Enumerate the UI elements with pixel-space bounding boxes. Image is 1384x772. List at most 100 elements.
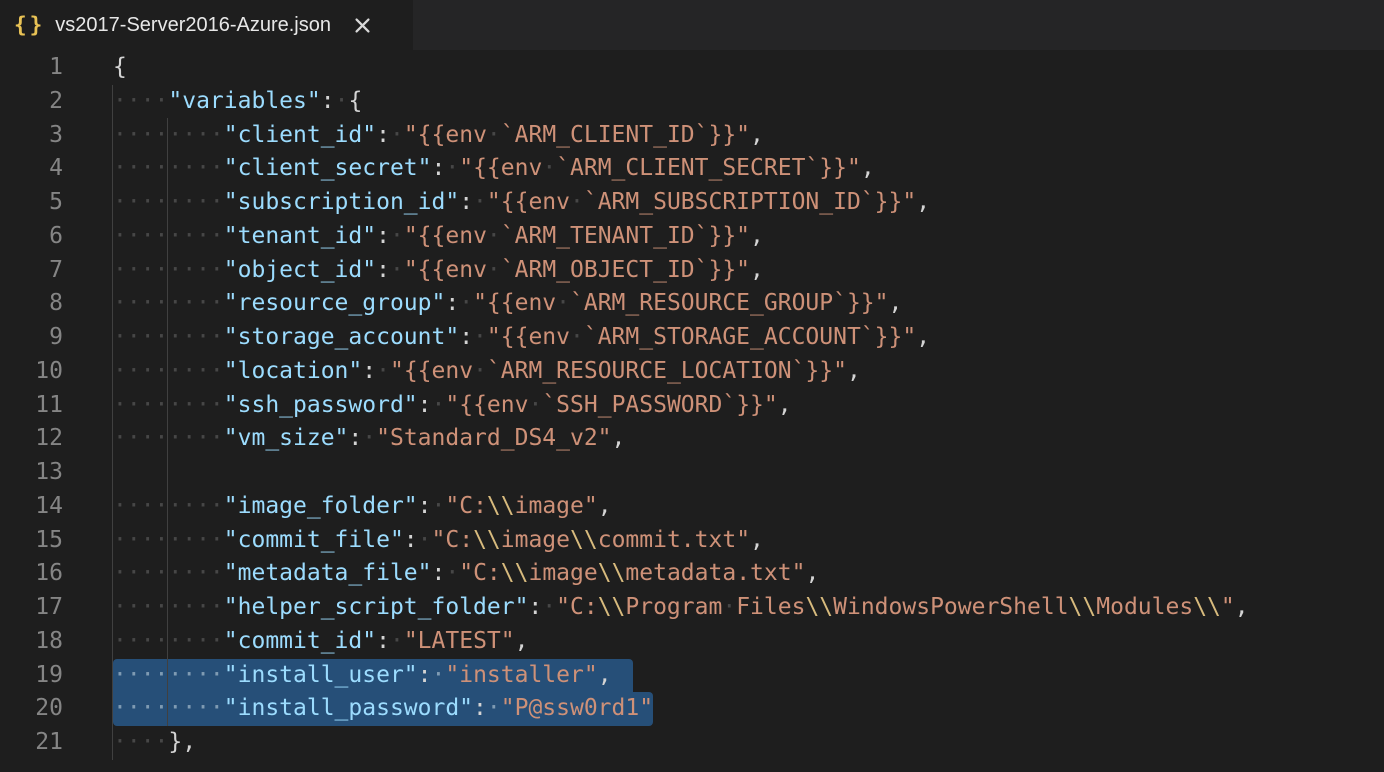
- whitespace-dots: ·: [432, 392, 446, 418]
- line-number: 6: [0, 220, 63, 254]
- tab-title: vs2017-Server2016-Azure.json: [55, 14, 331, 37]
- code-lines: 1{2····"variables":·{3········"client_id…: [0, 50, 1384, 760]
- line-number: 4: [0, 152, 63, 186]
- code-line[interactable]: 20········"install_password":·"P@ssw0rd1…: [0, 692, 1384, 726]
- whitespace-dots: ·: [487, 122, 501, 148]
- tab-bar: {} vs2017-Server2016-Azure.json: [0, 0, 1384, 50]
- line-number: 14: [0, 490, 63, 524]
- line-content: ········"location":·"{{env·`ARM_RESOURCE…: [63, 355, 861, 389]
- line-number: 18: [0, 625, 63, 659]
- whitespace-dots: ········: [113, 155, 224, 181]
- whitespace-dots: ·: [487, 695, 501, 721]
- code-line[interactable]: 12········"vm_size":·"Standard_DS4_v2",: [0, 422, 1384, 456]
- whitespace-dots: ·: [570, 324, 584, 350]
- code-line[interactable]: 10········"location":·"{{env·`ARM_RESOUR…: [0, 355, 1384, 389]
- code-line[interactable]: 9········"storage_account":·"{{env·`ARM_…: [0, 321, 1384, 355]
- code-line[interactable]: 1{: [0, 51, 1384, 85]
- line-content: ········"commit_id":·"LATEST",: [63, 625, 528, 659]
- whitespace-dots: ········: [113, 662, 224, 688]
- line-content: ········"ssh_password":·"{{env·`SSH_PASS…: [63, 389, 792, 423]
- whitespace-dots: ·: [459, 290, 473, 316]
- whitespace-dots: ········: [113, 290, 224, 316]
- whitespace-dots: ········: [113, 527, 224, 553]
- whitespace-dots: ········: [113, 122, 224, 148]
- whitespace-dots: ·: [570, 189, 584, 215]
- code-line[interactable]: 13: [0, 456, 1384, 490]
- code-line[interactable]: 18········"commit_id":·"LATEST",: [0, 625, 1384, 659]
- line-content: ········"subscription_id":·"{{env·`ARM_S…: [63, 186, 930, 220]
- line-content: ········"object_id":·"{{env·`ARM_OBJECT_…: [63, 254, 764, 288]
- line-content: ········"helper_script_folder":·"C:\\Pro…: [63, 591, 1249, 625]
- whitespace-dots: ·: [432, 493, 446, 519]
- line-number: 21: [0, 726, 63, 760]
- whitespace-dots: ·: [390, 628, 404, 654]
- code-line[interactable]: 5········"subscription_id":·"{{env·`ARM_…: [0, 186, 1384, 220]
- whitespace-dots: ········: [113, 628, 224, 654]
- line-content: ········"metadata_file":·"C:\\image\\met…: [63, 557, 819, 591]
- whitespace-dots: ········: [113, 189, 224, 215]
- json-file-icon: {}: [14, 15, 45, 36]
- line-number: 9: [0, 321, 63, 355]
- line-content: {: [63, 51, 127, 85]
- line-content: ········"vm_size":·"Standard_DS4_v2",: [63, 422, 625, 456]
- line-number: 15: [0, 524, 63, 558]
- code-line[interactable]: 14········"image_folder":·"C:\\image",: [0, 490, 1384, 524]
- code-line[interactable]: 4········"client_secret":·"{{env·`ARM_CL…: [0, 152, 1384, 186]
- line-number: 5: [0, 186, 63, 220]
- tab-close-icon[interactable]: [349, 12, 375, 38]
- whitespace-dots: ·: [528, 392, 542, 418]
- code-line[interactable]: 17········"helper_script_folder":·"C:\\P…: [0, 591, 1384, 625]
- code-line[interactable]: 19········"install_user":·"installer",: [0, 659, 1384, 693]
- whitespace-dots: ·: [487, 257, 501, 283]
- whitespace-dots: ·: [722, 594, 736, 620]
- line-number: 3: [0, 119, 63, 153]
- code-line[interactable]: 16········"metadata_file":·"C:\\image\\m…: [0, 557, 1384, 591]
- whitespace-dots: ········: [113, 324, 224, 350]
- code-line[interactable]: 3········"client_id":·"{{env·`ARM_CLIENT…: [0, 119, 1384, 153]
- line-number: 20: [0, 692, 63, 726]
- whitespace-dots: ········: [113, 493, 224, 519]
- whitespace-dots: ·: [432, 662, 446, 688]
- whitespace-dots: ·: [542, 155, 556, 181]
- whitespace-dots: ·: [418, 527, 432, 553]
- whitespace-dots: ········: [113, 358, 224, 384]
- code-line[interactable]: 7········"object_id":·"{{env·`ARM_OBJECT…: [0, 254, 1384, 288]
- line-number: 11: [0, 389, 63, 423]
- whitespace-dots: ·: [487, 223, 501, 249]
- line-content: ····},: [63, 726, 196, 760]
- whitespace-dots: ·: [542, 594, 556, 620]
- line-content: ········"tenant_id":·"{{env·`ARM_TENANT_…: [63, 220, 764, 254]
- code-line[interactable]: 11········"ssh_password":·"{{env·`SSH_PA…: [0, 389, 1384, 423]
- whitespace-dots: ·: [473, 324, 487, 350]
- line-number: 13: [0, 456, 63, 490]
- whitespace-dots: ·: [445, 560, 459, 586]
- whitespace-dots: ········: [113, 594, 224, 620]
- line-content: ········"image_folder":·"C:\\image",: [63, 490, 612, 524]
- whitespace-dots: ········: [113, 695, 224, 721]
- whitespace-dots: ·: [335, 88, 349, 114]
- tab-vs2017-server2016-azure-json[interactable]: {} vs2017-Server2016-Azure.json: [0, 0, 413, 50]
- code-line[interactable]: 2····"variables":·{: [0, 85, 1384, 119]
- whitespace-dots: ·: [376, 358, 390, 384]
- code-line[interactable]: 21····},: [0, 726, 1384, 760]
- line-content: ········"install_user":·"installer",: [63, 659, 612, 693]
- line-number: 7: [0, 254, 63, 288]
- line-content: ····"variables":·{: [63, 85, 362, 119]
- line-number: 16: [0, 557, 63, 591]
- code-line[interactable]: 6········"tenant_id":·"{{env·`ARM_TENANT…: [0, 220, 1384, 254]
- line-number: 1: [0, 51, 63, 85]
- whitespace-dots: ········: [113, 425, 224, 451]
- whitespace-dots: ····: [113, 729, 168, 755]
- code-editor[interactable]: 1{2····"variables":·{3········"client_id…: [0, 50, 1384, 772]
- whitespace-dots: ····: [113, 88, 168, 114]
- line-content: [63, 456, 113, 490]
- whitespace-dots: ········: [113, 223, 224, 249]
- code-line[interactable]: 15········"commit_file":·"C:\\image\\com…: [0, 524, 1384, 558]
- line-content: ········"storage_account":·"{{env·`ARM_S…: [63, 321, 930, 355]
- line-content: ········"install_password":·"P@ssw0rd1": [63, 692, 653, 726]
- whitespace-dots: ·: [556, 290, 570, 316]
- line-number: 2: [0, 85, 63, 119]
- whitespace-dots: ········: [113, 560, 224, 586]
- whitespace-dots: ·: [362, 425, 376, 451]
- code-line[interactable]: 8········"resource_group":·"{{env·`ARM_R…: [0, 287, 1384, 321]
